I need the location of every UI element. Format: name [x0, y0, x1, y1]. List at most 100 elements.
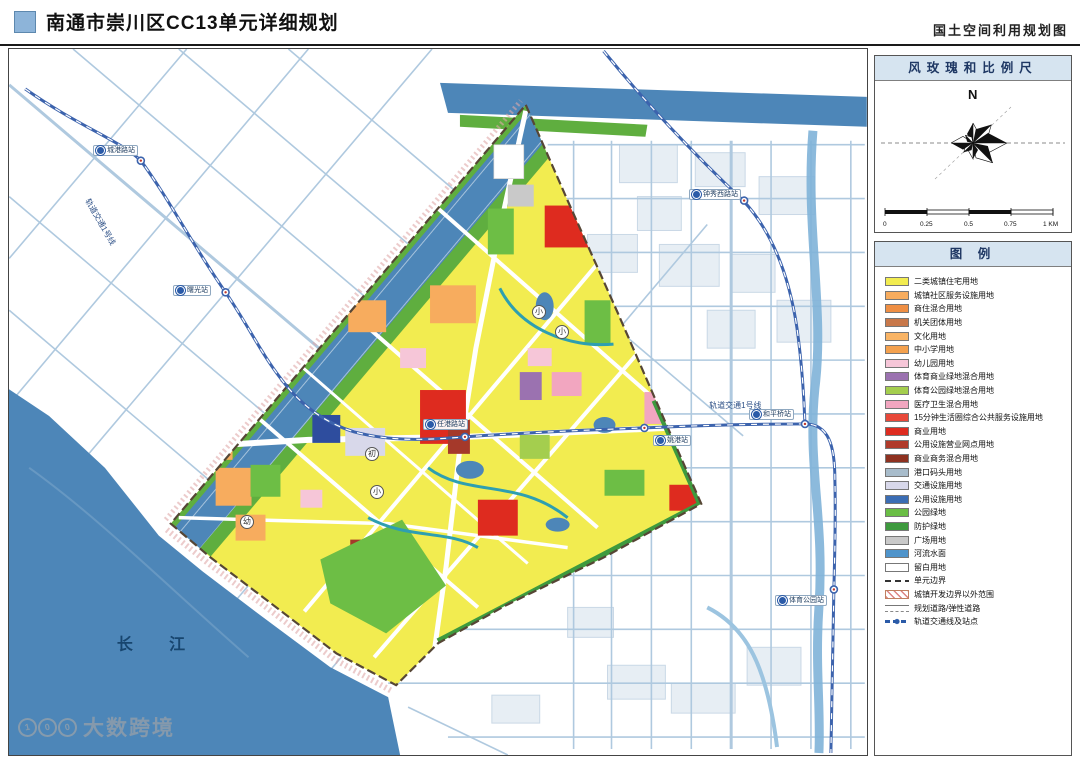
facility-mark: 小	[370, 485, 384, 499]
legend-swatch	[885, 318, 909, 327]
metro-logo-icon	[176, 286, 185, 295]
legend-item: 二类城镇住宅用地	[885, 275, 1071, 289]
legend-label: 二类城镇住宅用地	[914, 276, 978, 287]
metro-station-label: 和平桥站	[749, 409, 794, 420]
legend-label: 文化用地	[914, 331, 946, 342]
legend-item: 幼儿园用地	[885, 357, 1071, 371]
metro-station-label: 城港路站	[93, 145, 138, 156]
legend-swatch	[885, 345, 909, 354]
metro-station-label: 曙光站	[173, 285, 211, 296]
map-type-label: 国土空间利用规划图	[933, 20, 1068, 39]
legend-swatch	[885, 440, 909, 449]
metro-logo-icon	[426, 420, 435, 429]
watermark: 100 大数跨境	[12, 712, 175, 742]
windrose-panel-title: 风玫瑰和比例尺	[875, 56, 1071, 81]
legend-item: 公园绿地	[885, 506, 1071, 520]
metro-station-label: 任港路站	[423, 419, 468, 430]
legend-label: 河流水面	[914, 548, 946, 559]
legend-item: 单元边界	[885, 574, 1071, 588]
legend-label: 广场用地	[914, 535, 946, 546]
facility-mark: 幼	[240, 515, 254, 529]
legend-label: 城镇开发边界以外范围	[914, 589, 994, 600]
legend-label: 单元边界	[914, 575, 946, 586]
legend-swatch	[885, 304, 909, 313]
legend-swatch	[885, 576, 909, 585]
facility-mark: 小	[555, 325, 569, 339]
metro-logo-icon	[778, 596, 787, 605]
legend-item: 规划道路/弹性道路	[885, 601, 1071, 615]
legend-item: 体育商业绿地混合用地	[885, 370, 1071, 384]
metro-logo-icon	[752, 410, 761, 419]
legend-label: 轨道交通线及站点	[914, 616, 978, 627]
legend-label: 15分钟生活圈综合公共服务设施用地	[914, 412, 1043, 423]
legend-label: 体育商业绿地混合用地	[914, 371, 994, 382]
facility-mark: 小	[532, 305, 546, 319]
legend-swatch	[885, 468, 909, 477]
legend-item: 留白用地	[885, 560, 1071, 574]
legend-swatch	[885, 386, 909, 395]
legend-item: 中小学用地	[885, 343, 1071, 357]
metro-logo-icon	[656, 436, 665, 445]
legend-swatch	[885, 495, 909, 504]
legend-item: 城镇开发边界以外范围	[885, 588, 1071, 602]
legend-swatch	[885, 549, 909, 558]
metro-station-label: 体育公园站	[775, 595, 827, 606]
agency-logo-icon	[14, 11, 36, 33]
legend-label: 幼儿园用地	[914, 358, 954, 369]
watermark-logo-circles: 100	[18, 718, 77, 737]
planning-map-page: 南通市崇川区CC13单元详细规划 国土空间利用规划图	[0, 0, 1080, 764]
svg-text:0.25: 0.25	[920, 221, 933, 228]
metro-logo-icon	[692, 190, 701, 199]
legend-label: 商业用地	[914, 426, 946, 437]
legend-item: 交通设施用地	[885, 479, 1071, 493]
legend-item: 防护绿地	[885, 520, 1071, 534]
metro-station-label: 钟秀西路站	[689, 189, 741, 200]
map-canvas: 长 江 轨道交通1号线 轨道交通1号线 城港路站 曙光站 钟秀西路站	[8, 48, 868, 756]
legend-item: 商住混合用地	[885, 302, 1071, 316]
page-title: 南通市崇川区CC13单元详细规划	[46, 8, 339, 35]
legend-label: 商住混合用地	[914, 303, 962, 314]
legend-swatch	[885, 590, 909, 599]
legend-item: 轨道交通线及站点	[885, 615, 1071, 629]
legend-item: 公用设施营业网点用地	[885, 438, 1071, 452]
legend-item: 医疗卫生混合用地	[885, 397, 1071, 411]
legend-label: 机关团体用地	[914, 317, 962, 328]
legend-label: 医疗卫生混合用地	[914, 399, 978, 410]
legend-label: 公用设施营业网点用地	[914, 439, 994, 450]
legend-swatch	[885, 277, 909, 286]
svg-text:0.5: 0.5	[964, 221, 973, 228]
legend-item: 公用设施用地	[885, 493, 1071, 507]
legend-swatch	[885, 400, 909, 409]
wind-rose: N	[875, 81, 1071, 197]
north-label: N	[968, 87, 977, 102]
metro-station-label: 姚港站	[653, 435, 691, 446]
legend-item: 机关团体用地	[885, 316, 1071, 330]
legend-label: 中小学用地	[914, 344, 954, 355]
facility-mark: 初	[365, 447, 379, 461]
watermark-text: 大数跨境	[83, 712, 175, 742]
legend-swatch	[885, 522, 909, 531]
legend-label: 商业商务混合用地	[914, 453, 978, 464]
legend-item: 城镇社区服务设施用地	[885, 289, 1071, 303]
legend-label: 公园绿地	[914, 507, 946, 518]
legend-label: 城镇社区服务设施用地	[914, 290, 994, 301]
legend-items: 二类城镇住宅用地 城镇社区服务设施用地 商住混合用地 机关团体用地	[875, 267, 1071, 628]
legend-item: 广场用地	[885, 533, 1071, 547]
legend-swatch	[885, 536, 909, 545]
legend-label: 港口码头用地	[914, 467, 962, 478]
yangtze-label: 长 江	[117, 634, 201, 653]
legend-swatch	[885, 413, 909, 422]
legend-item: 河流水面	[885, 547, 1071, 561]
legend-item: 文化用地	[885, 329, 1071, 343]
metro-logo-icon	[96, 146, 105, 155]
legend-label: 交通设施用地	[914, 480, 962, 491]
legend-label: 留白用地	[914, 562, 946, 573]
svg-text:0.75: 0.75	[1004, 221, 1017, 228]
legend-swatch	[885, 508, 909, 517]
legend-label: 规划道路/弹性道路	[914, 603, 980, 614]
legend-swatch	[885, 617, 909, 626]
svg-text:0: 0	[883, 221, 887, 228]
legend-swatch	[885, 291, 909, 300]
legend-swatch	[885, 359, 909, 368]
legend-label: 防护绿地	[914, 521, 946, 532]
